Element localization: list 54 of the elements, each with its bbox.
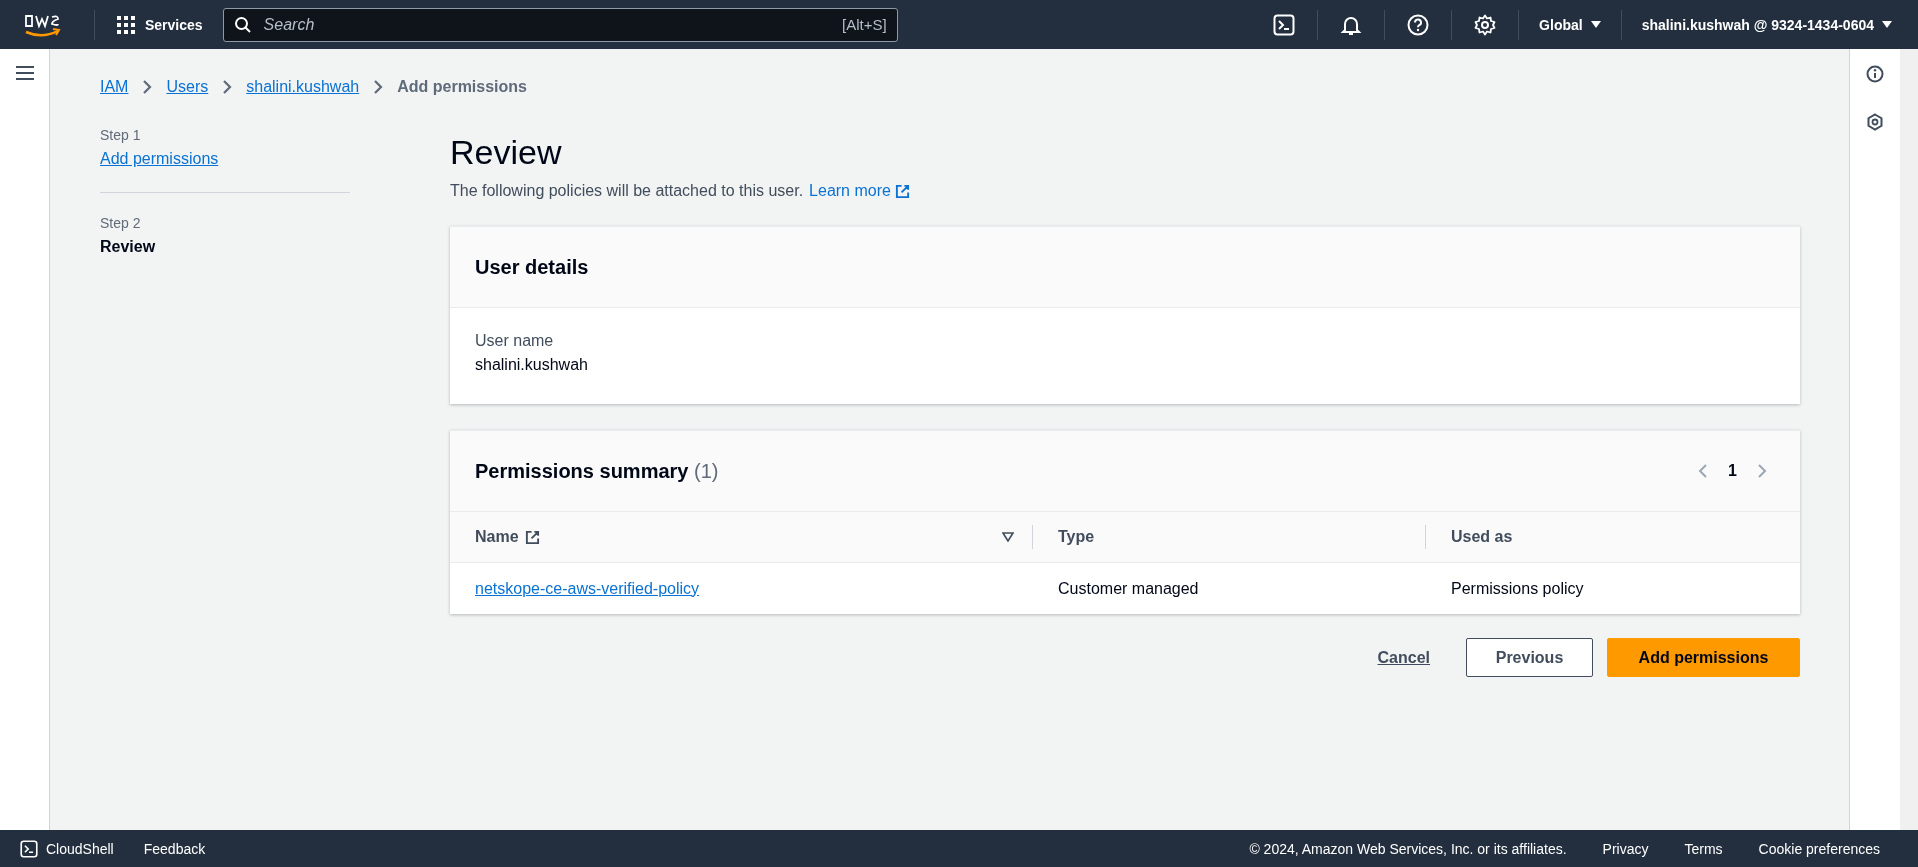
services-button[interactable]: Services — [111, 15, 209, 34]
breadcrumb-current: Add permissions — [397, 78, 527, 96]
grid-icon — [117, 15, 135, 34]
caret-icon — [1590, 20, 1601, 29]
terminal-icon — [20, 839, 38, 858]
chevron-right-icon — [222, 79, 233, 95]
copyright-text: © 2024, Amazon Web Services, Inc. or its affiliates. — [1249, 840, 1567, 857]
info-icon[interactable] — [1866, 65, 1884, 83]
chevron-right-icon — [142, 79, 153, 95]
table-cell: Customer managed — [1058, 579, 1199, 597]
settings-icon[interactable] — [1474, 13, 1497, 36]
page-title: Review — [450, 133, 563, 172]
caret-icon — [1882, 20, 1892, 29]
learn-more-link[interactable]: Learn more — [809, 182, 910, 200]
footer-link[interactable]: Terms — [1684, 840, 1723, 857]
step-link[interactable]: Add permissions — [100, 150, 219, 168]
account-menu[interactable]: shalini.kushwah @ 9324-1434-0604 — [1637, 16, 1896, 33]
help-icon[interactable] — [1407, 13, 1430, 36]
field-label: User name — [475, 332, 555, 350]
page-description: The following policies will be attached to this user. — [450, 182, 804, 200]
menu-icon[interactable] — [14, 65, 35, 81]
footer-link[interactable]: Cookie preferences — [1758, 840, 1880, 857]
region-menu[interactable]: Global — [1535, 16, 1605, 33]
footer-link[interactable]: Privacy — [1602, 840, 1649, 857]
hexagon-icon[interactable] — [1866, 113, 1884, 131]
search-bar[interactable]: Search [Alt+S] — [222, 7, 898, 42]
field-value: shalini.kushwah — [475, 356, 589, 374]
step-number: Step 2 — [100, 215, 142, 231]
cloudshell-button[interactable]: CloudShell — [20, 839, 114, 858]
policy-link[interactable]: netskope-ce-aws-verified-policy — [475, 579, 700, 597]
search-field[interactable]: Search — [261, 14, 832, 35]
cancel-button[interactable]: Cancel — [1355, 638, 1452, 677]
feedback-link[interactable]: Feedback — [143, 840, 206, 857]
sort-icon[interactable] — [1002, 532, 1014, 542]
column-header: Name — [475, 528, 519, 546]
column-header: Used as — [1451, 528, 1513, 546]
breadcrumb-link[interactable]: Users — [166, 78, 209, 96]
external-link-icon — [524, 529, 540, 545]
terminal-icon[interactable] — [1273, 13, 1296, 36]
add-permissions-button[interactable]: Add permissions — [1607, 638, 1800, 677]
card-title: User details — [475, 255, 589, 279]
table-cell: Permissions policy — [1451, 579, 1584, 597]
step-number: Step 1 — [100, 127, 142, 143]
external-link-icon — [894, 183, 910, 199]
column-header: Type — [1058, 528, 1095, 546]
page-number[interactable]: 1 — [1724, 462, 1741, 480]
step-label: Review — [100, 238, 157, 256]
breadcrumb-link[interactable]: IAM — [100, 78, 129, 96]
chevron-right-icon — [373, 79, 384, 95]
search-icon — [233, 15, 252, 34]
previous-button[interactable]: Previous — [1466, 638, 1593, 677]
card-title: Permissions summary (1) — [475, 459, 719, 483]
shortcut-hint: [Alt+S] — [842, 16, 887, 33]
breadcrumb-link[interactable]: shalini.kushwah — [246, 78, 360, 96]
